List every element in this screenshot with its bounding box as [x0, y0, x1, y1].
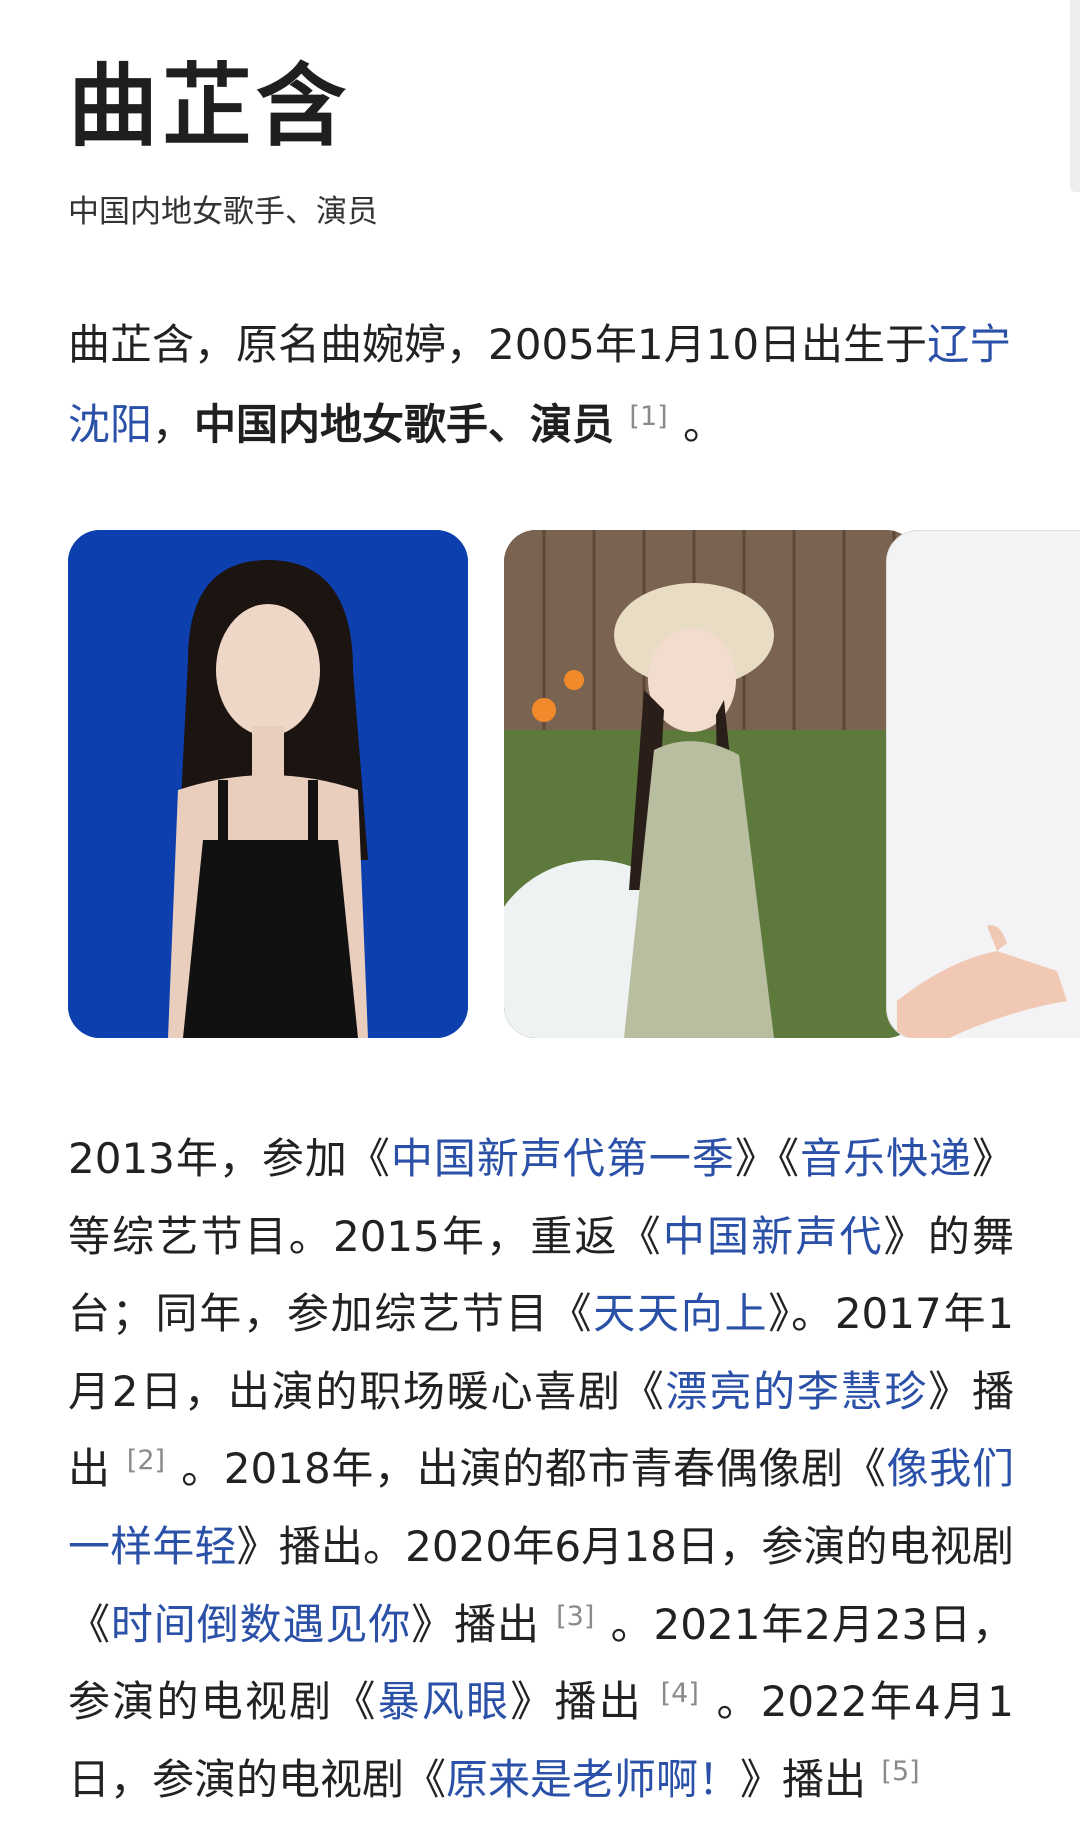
- body-text: 》播出: [740, 1754, 867, 1804]
- link-china-new-voice[interactable]: 中国新声代: [663, 1212, 884, 1261]
- hand-image: [887, 531, 1080, 1038]
- link-so-you-are-the-teacher[interactable]: 原来是老师啊！: [446, 1755, 740, 1804]
- link-music-express[interactable]: 音乐快递: [800, 1134, 972, 1183]
- body-text: 》《: [734, 1134, 800, 1183]
- intro-text: 。: [683, 400, 726, 449]
- link-beautiful-li-huizhen[interactable]: 漂亮的李慧珍: [666, 1367, 929, 1416]
- body-text: 2013年，参加《: [68, 1134, 391, 1183]
- garden-image: [504, 530, 918, 1038]
- page-subtitle: 中国内地女歌手、演员: [68, 194, 378, 230]
- reference-1[interactable]: [1]: [629, 401, 667, 432]
- link-storm-eye[interactable]: 暴风眼: [378, 1677, 511, 1726]
- scrollbar[interactable]: [1070, 0, 1080, 192]
- intro-paragraph: 曲芷含，原名曲婉婷，2005年1月10日出生于辽宁沈阳，中国内地女歌手、演员 […: [68, 305, 1014, 465]
- body-text: 》播出: [510, 1677, 644, 1727]
- link-day-day-up[interactable]: 天天向上: [593, 1289, 768, 1338]
- body-text: 》播出: [411, 1599, 540, 1649]
- intro-text: 曲芷含，原名曲婉婷，2005年1月10日出生于: [68, 320, 928, 369]
- career-paragraph: 2013年，参加《中国新声代第一季》《音乐快递》等综艺节目。2015年，重返《中…: [68, 1120, 1014, 1818]
- reference-2[interactable]: [2]: [127, 1445, 165, 1476]
- photo-gallery[interactable]: [68, 530, 1080, 1038]
- intro-text: ，: [152, 400, 195, 449]
- page-title: 曲芷含: [68, 54, 350, 159]
- photo-hand-white-background[interactable]: [886, 530, 1080, 1038]
- intro-occupation: 中国内地女歌手、演员: [194, 400, 615, 449]
- reference-4[interactable]: [4]: [661, 1678, 699, 1709]
- photo-sun-hat-garden[interactable]: [504, 530, 918, 1038]
- portrait-image: [68, 530, 468, 1038]
- body-text: 。2018年，出演的都市青春偶像剧《: [181, 1444, 887, 1494]
- photo-black-dress[interactable]: [68, 530, 468, 1038]
- link-countdown-to-meet-you[interactable]: 时间倒数遇见你: [111, 1600, 411, 1649]
- reference-5[interactable]: [5]: [881, 1756, 919, 1787]
- reference-3[interactable]: [3]: [556, 1601, 594, 1632]
- link-china-new-voice-s1[interactable]: 中国新声代第一季: [391, 1134, 735, 1183]
